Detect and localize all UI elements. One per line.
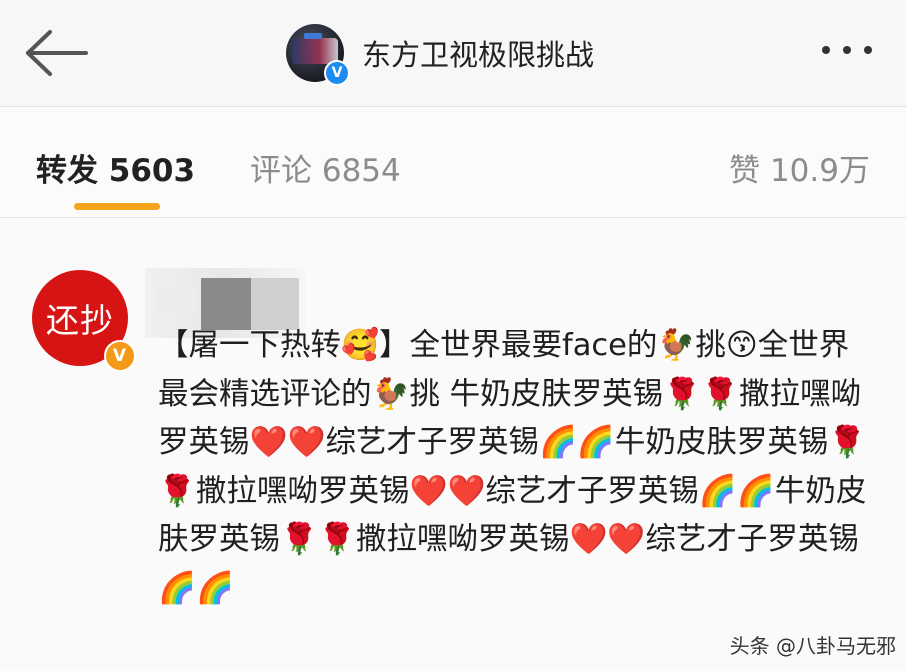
watermark: 头条 @八卦马无邪 xyxy=(729,634,896,658)
account-avatar[interactable]: V xyxy=(286,24,350,86)
post-content: 【屠一下热转🥰】全世界最要face的🐓挑😙全世界最会精选评论的🐓挑 牛奶皮肤罗英… xyxy=(158,328,867,606)
tab-like[interactable]: 赞 10.9万 xyxy=(729,145,870,190)
account-name[interactable]: 东方卫视极限挑战 xyxy=(362,32,594,74)
user-avatar[interactable]: 还抄 V xyxy=(32,270,136,372)
tab-bar: 转发 5603 评论 6854 赞 10.9万 xyxy=(0,107,906,218)
top-bar: V 东方卫视极限挑战 xyxy=(0,0,906,107)
back-arrow-icon[interactable] xyxy=(22,28,92,78)
active-tab-indicator xyxy=(74,203,160,210)
account-header[interactable]: V 东方卫视极限挑战 xyxy=(286,20,594,86)
repost-item: 还抄 V 【屠一下热转🥰】全世界最要face的🐓挑😙全世界最会精选评论的🐓挑 牛… xyxy=(0,218,906,671)
channel-logo-tag xyxy=(304,33,322,39)
verified-badge-icon: V xyxy=(324,60,350,86)
tab-comment[interactable]: 评论 6854 xyxy=(250,145,401,190)
avatar-text: 还抄 xyxy=(46,301,114,340)
tab-repost[interactable]: 转发 5603 xyxy=(36,145,195,190)
more-options-icon[interactable] xyxy=(822,46,872,54)
verified-badge-icon: V xyxy=(104,340,136,372)
